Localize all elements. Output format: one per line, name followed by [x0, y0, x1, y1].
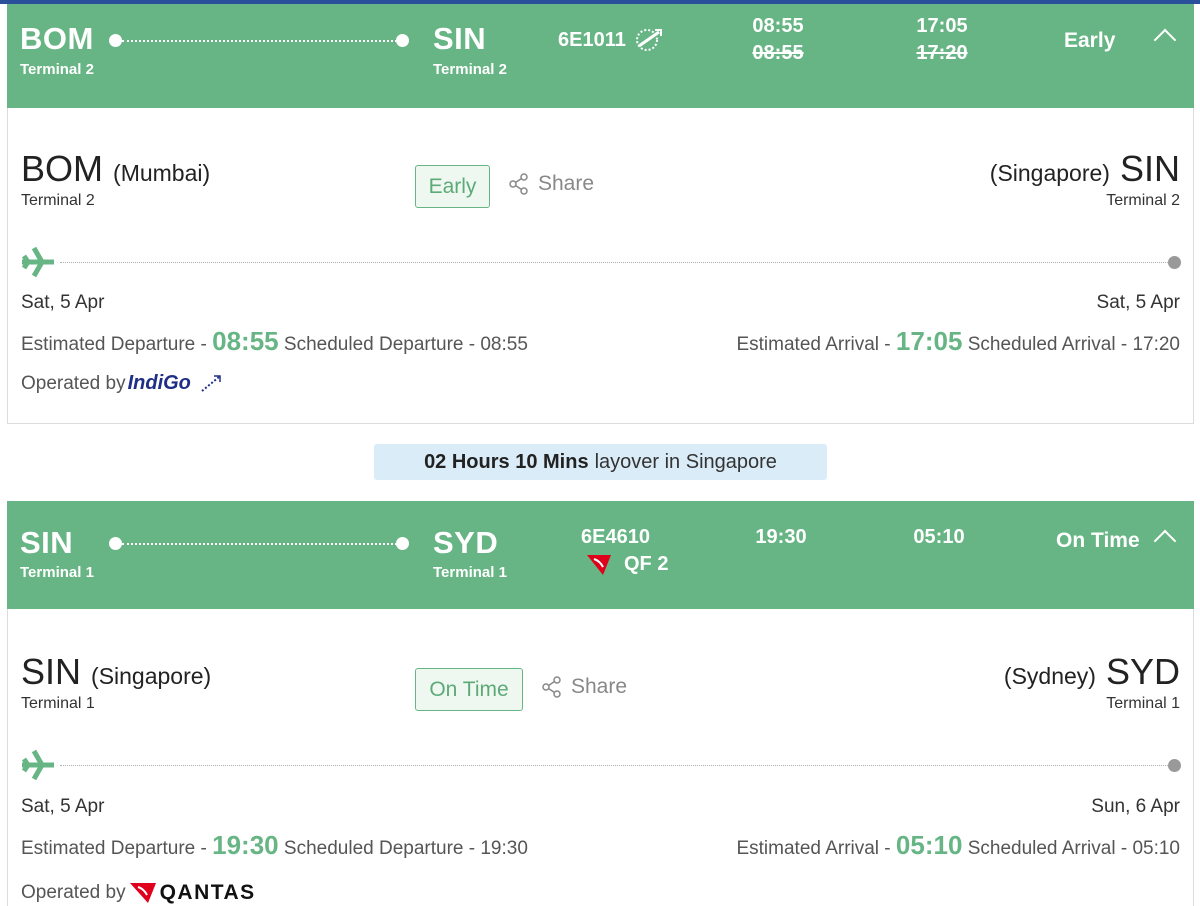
layover-duration: 02 Hours 10 Mins: [424, 450, 589, 473]
to-code: SIN: [433, 21, 487, 56]
qantas-logo-icon: [129, 883, 156, 903]
arrival-date: Sat, 5 Apr: [1096, 292, 1180, 313]
estimated-departure-label: Estimated Departure -: [21, 334, 207, 355]
route-end-dot: [396, 537, 409, 550]
scheduled-arrival: Scheduled Arrival - 05:10: [967, 838, 1180, 859]
to-airport: (Sydney) SYD: [1004, 651, 1180, 693]
from-city: (Singapore): [91, 663, 212, 689]
from-airport: BOM (Mumbai): [21, 148, 210, 190]
from-terminal: Terminal 1: [21, 695, 95, 712]
estimated-arrival-time: 05:10: [895, 830, 963, 860]
chevron-up-icon[interactable]: [1153, 529, 1177, 553]
to-code: SYD: [433, 525, 499, 560]
to-terminal: Terminal 2: [433, 61, 507, 78]
operator-name: QANTAS: [159, 881, 256, 904]
estimated-arrival-time: 17:05: [895, 326, 963, 356]
to-terminal: Terminal 2: [1106, 192, 1180, 209]
airplane-icon: [21, 749, 54, 781]
route-start-dot: [109, 34, 122, 47]
arrival-estimated: 17:05: [916, 15, 968, 37]
from-code: SIN: [20, 525, 74, 560]
flight-status: Early: [1064, 29, 1116, 52]
share-label: Share: [571, 675, 628, 698]
layover-banner: 02 Hours 10 Mins layover in Singapore: [374, 444, 827, 480]
estimated-departure-time: 08:55: [212, 326, 279, 356]
operator-name: IndiGo: [127, 372, 191, 394]
segment-2-details: SIN (Singapore) Terminal 1 On Time Share…: [7, 609, 1194, 906]
flight-progress-track: [60, 262, 1168, 263]
to-terminal: Terminal 1: [433, 564, 507, 581]
flight-status: On Time: [1056, 529, 1140, 552]
departure-times: Estimated Departure - 08:55 Scheduled De…: [21, 326, 528, 357]
to-code: SIN: [1119, 148, 1180, 189]
operated-by: Operated by QANTAS: [21, 881, 256, 905]
codeshare-flight: QF 2: [624, 553, 669, 575]
share-button[interactable]: Share: [541, 675, 627, 699]
from-code: SIN: [21, 651, 82, 692]
to-terminal: Terminal 1: [1106, 695, 1180, 712]
indigo-logo-icon: [201, 374, 221, 392]
flight-progress-track: [60, 765, 1168, 766]
from-terminal: Terminal 2: [21, 192, 95, 209]
departure-times: Estimated Departure - 19:30 Scheduled De…: [21, 830, 528, 861]
chevron-up-icon[interactable]: [1153, 28, 1177, 52]
arrival-date: Sun, 6 Apr: [1091, 796, 1180, 817]
operated-by: Operated by IndiGo: [21, 372, 225, 395]
from-airport: SIN (Singapore): [21, 651, 211, 693]
estimated-departure-label: Estimated Departure -: [21, 838, 207, 859]
flight-number: 6E1011: [558, 29, 626, 51]
share-icon: [509, 173, 528, 195]
share-icon: [542, 676, 561, 698]
estimated-departure-time: 19:30: [212, 830, 279, 860]
indigo-logo-icon: [636, 29, 662, 51]
airplane-icon: [21, 246, 54, 278]
departure-date: Sat, 5 Apr: [21, 292, 105, 313]
segment-2-header[interactable]: SIN Terminal 1 SYD Terminal 1 6E4610 QF …: [7, 501, 1194, 609]
to-airport: (Singapore) SIN: [990, 148, 1180, 190]
to-city: (Sydney): [1003, 663, 1096, 689]
layover-text: layover in Singapore: [594, 450, 777, 473]
departure-scheduled: 08:55: [752, 42, 804, 64]
share-button[interactable]: Share: [508, 172, 594, 196]
departure-estimated: 08:55: [752, 15, 804, 37]
from-terminal: Terminal 2: [20, 61, 94, 78]
operated-by-label: Operated by: [21, 882, 126, 903]
scheduled-arrival: Scheduled Arrival - 17:20: [967, 334, 1180, 355]
to-code: SYD: [1105, 651, 1180, 692]
destination-dot: [1168, 256, 1181, 269]
route-start-dot: [109, 537, 122, 550]
arrival-estimated: 05:10: [913, 526, 965, 548]
from-city: (Mumbai): [113, 160, 211, 186]
to-city: (Singapore): [989, 160, 1110, 186]
estimated-arrival-label: Estimated Arrival -: [736, 334, 891, 355]
flight-number: 6E4610: [581, 526, 650, 548]
route-end-dot: [396, 34, 409, 47]
from-code: BOM: [20, 21, 94, 56]
route-line: [122, 40, 397, 42]
segment-1-details: BOM (Mumbai) Terminal 2 Early Share (Sin…: [7, 108, 1194, 424]
segment-1-header[interactable]: BOM Terminal 2 SIN Terminal 2 6E1011 08:…: [7, 4, 1194, 108]
qantas-logo-icon: [587, 555, 611, 575]
status-badge: On Time: [415, 668, 523, 711]
destination-dot: [1168, 759, 1181, 772]
estimated-arrival-label: Estimated Arrival -: [736, 838, 891, 859]
arrival-times: Estimated Arrival - 17:05 Scheduled Arri…: [736, 326, 1180, 357]
from-terminal: Terminal 1: [20, 564, 94, 581]
arrival-times: Estimated Arrival - 05:10 Scheduled Arri…: [736, 830, 1180, 861]
route-line: [122, 543, 397, 545]
from-code: BOM: [21, 148, 104, 189]
operated-by-label: Operated by: [21, 372, 126, 394]
status-badge: Early: [415, 165, 490, 208]
scheduled-departure: Scheduled Departure - 08:55: [283, 334, 528, 355]
arrival-scheduled: 17:20: [916, 42, 968, 64]
departure-estimated: 19:30: [755, 526, 807, 548]
share-label: Share: [538, 172, 595, 195]
departure-date: Sat, 5 Apr: [21, 796, 105, 817]
scheduled-departure: Scheduled Departure - 19:30: [283, 838, 528, 859]
